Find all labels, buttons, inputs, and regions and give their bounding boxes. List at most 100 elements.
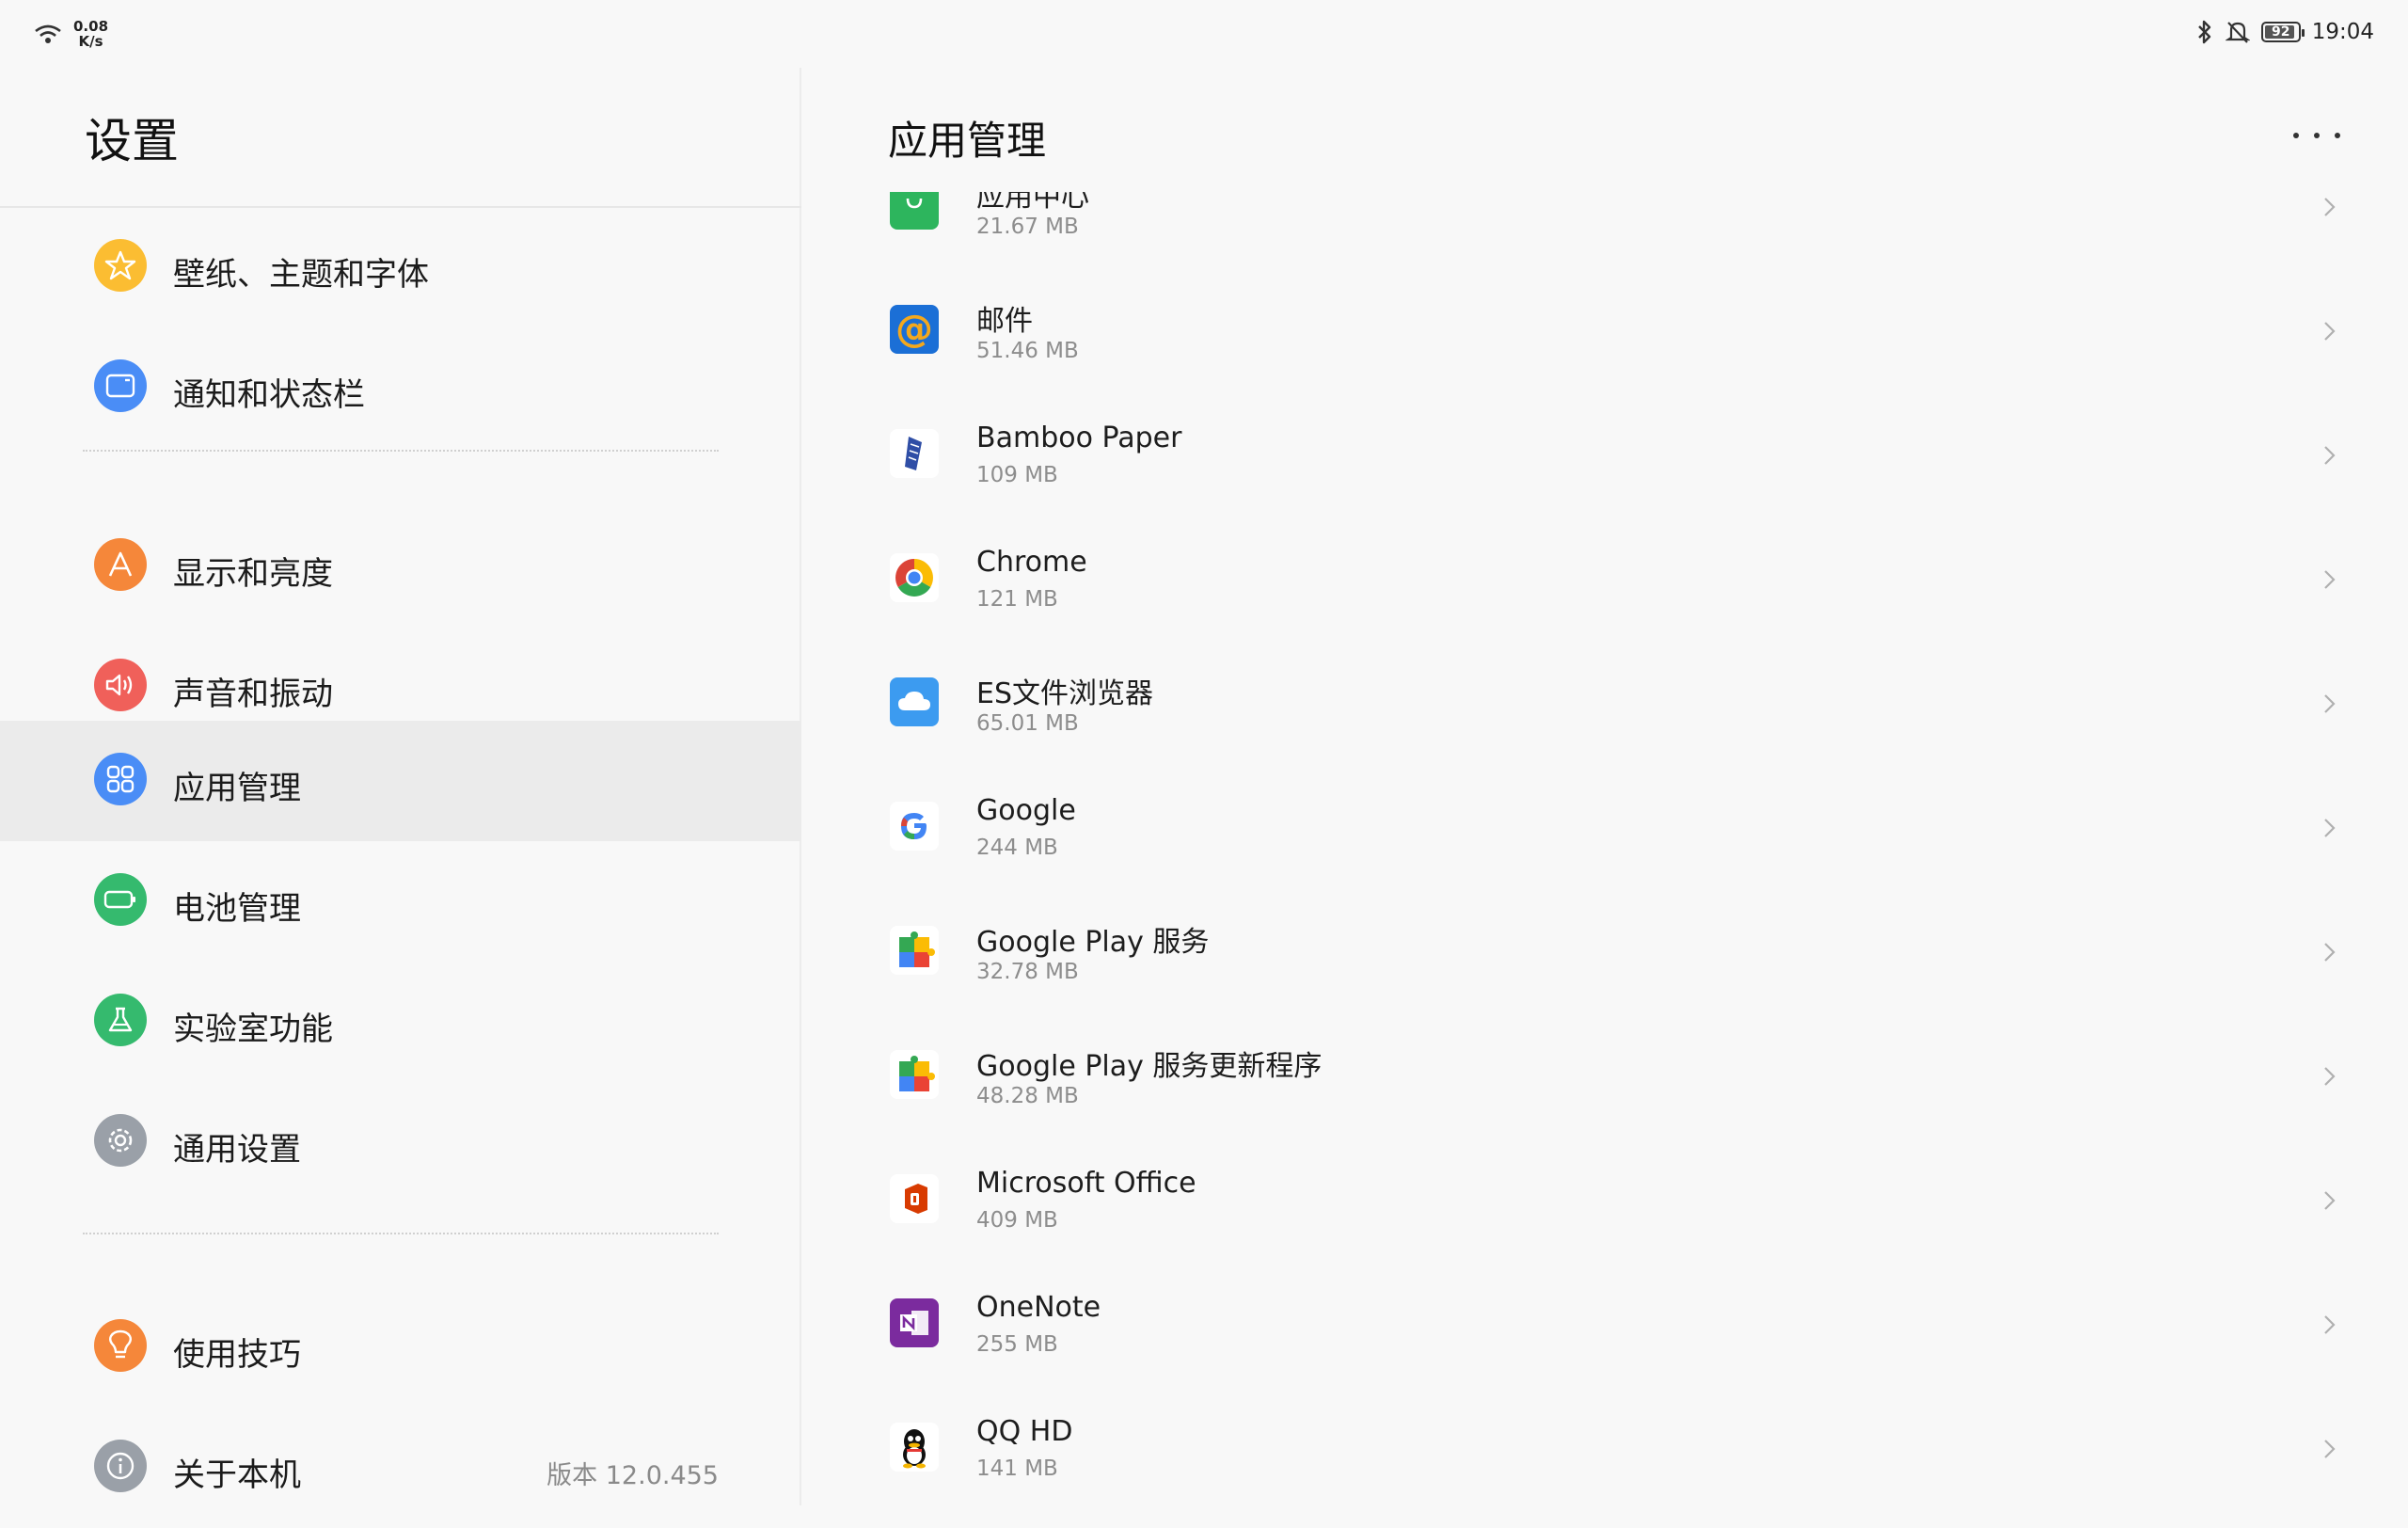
tips-icon — [94, 1319, 147, 1372]
chevron-right-icon — [2324, 570, 2336, 589]
sidebar-item-battery[interactable]: 电池管理 — [0, 841, 801, 962]
sound-icon — [94, 659, 147, 711]
sidebar-item-label: 声音和振动 — [173, 676, 333, 713]
qq-hd-icon — [890, 1423, 939, 1472]
google-play-services-updater-icon — [890, 1050, 939, 1099]
list-item-chrome[interactable]: Chrome 121 MB — [803, 527, 2408, 651]
list-item-microsoft-office[interactable]: Microsoft Office 409 MB — [803, 1148, 2408, 1272]
more-dot — [2314, 133, 2320, 138]
app-size: 409 MB — [976, 1208, 1058, 1233]
sidebar-item-label: 显示和亮度 — [173, 555, 333, 593]
app-name: Chrome — [976, 546, 1087, 579]
app-size: 244 MB — [976, 836, 1058, 860]
list-item-google[interactable]: Google 244 MB — [803, 775, 2408, 899]
app-size: 51.46 MB — [976, 339, 1079, 363]
sidebar-item-tips[interactable]: 使用技巧 — [0, 1287, 801, 1408]
list-item-google-play-services[interactable]: Google Play 服务 32.78 MB — [803, 899, 2408, 1024]
chevron-right-icon — [2324, 446, 2336, 465]
list-item-mail[interactable]: @ 邮件 51.46 MB — [803, 279, 2408, 403]
app-size: 48.28 MB — [976, 1084, 1079, 1108]
sidebar-item-label: 壁纸、主题和字体 — [173, 256, 429, 294]
sidebar-item-notifications[interactable]: 通知和状态栏 — [0, 327, 801, 448]
panel-title: 应用管理 — [888, 118, 1047, 164]
app-size: 141 MB — [976, 1456, 1058, 1481]
app-size: 109 MB — [976, 463, 1058, 487]
app-name: 邮件 — [976, 305, 1033, 338]
app-list[interactable]: 应用中心 21.67 MB @ 邮件 51.46 MB Bamboo Paper… — [803, 192, 2408, 1505]
info-icon — [94, 1440, 147, 1492]
lab-icon — [94, 994, 147, 1046]
page-title: 设置 — [85, 114, 179, 168]
theme-icon — [94, 239, 147, 292]
network-speed-value: 0.08 — [73, 18, 109, 35]
app-name: Google Play 服务更新程序 — [976, 1050, 1323, 1083]
app-size: 21.67 MB — [976, 215, 1079, 239]
status-bar: 0.08 K/s 92 19:04 — [0, 0, 2408, 68]
more-options-button[interactable] — [2293, 124, 2340, 147]
google-icon — [890, 802, 939, 851]
sidebar-item-general[interactable]: 通用设置 — [0, 1082, 801, 1202]
list-item-es-file-explorer[interactable]: ES文件浏览器 65.01 MB — [803, 651, 2408, 775]
chevron-right-icon — [2324, 1440, 2336, 1458]
chrome-icon — [890, 553, 939, 602]
list-item-google-play-services-updater[interactable]: Google Play 服务更新程序 48.28 MB — [803, 1024, 2408, 1148]
battery-level: 92 — [2271, 24, 2290, 40]
app-name: ES文件浏览器 — [976, 677, 1153, 710]
chevron-right-icon — [2324, 819, 2336, 837]
display-icon — [94, 538, 147, 591]
list-item-bamboo-paper[interactable]: Bamboo Paper 109 MB — [803, 403, 2408, 527]
app-size: 121 MB — [976, 587, 1058, 612]
list-item-qq-hd[interactable]: QQ HD 141 MB — [803, 1396, 2408, 1505]
more-dot — [2293, 133, 2299, 138]
chevron-right-icon — [2324, 198, 2336, 216]
chevron-right-icon — [2324, 1191, 2336, 1210]
sidebar-item-lab[interactable]: 实验室功能 — [0, 962, 801, 1082]
sidebar-item-label: 应用管理 — [173, 770, 301, 807]
bamboo-paper-icon — [890, 429, 939, 478]
battery-icon: 92 — [2260, 22, 2305, 42]
more-dot — [2335, 133, 2340, 138]
app-name: 应用中心 — [976, 192, 1089, 214]
app-name: Bamboo Paper — [976, 422, 1182, 454]
notification-icon — [94, 359, 147, 412]
gear-icon — [94, 1114, 147, 1167]
version-value: 版本 12.0.455 — [547, 1461, 719, 1490]
sidebar-item-label: 使用技巧 — [173, 1336, 301, 1374]
section-divider — [83, 1233, 719, 1234]
app-name: Google Play 服务 — [976, 926, 1210, 959]
mail-icon: @ — [890, 305, 939, 354]
sidebar-item-display[interactable]: 显示和亮度 — [0, 506, 801, 627]
sidebar-item-apps[interactable]: 应用管理 — [0, 721, 801, 841]
chevron-right-icon — [2324, 1067, 2336, 1086]
sidebar-item-label: 实验室功能 — [173, 1011, 333, 1048]
sidebar-item-theme[interactable]: 壁纸、主题和字体 — [0, 207, 801, 327]
network-speed-unit: K/s — [78, 33, 103, 50]
google-play-services-icon — [890, 926, 939, 975]
onenote-icon — [890, 1298, 939, 1347]
clock: 19:04 — [2311, 20, 2374, 44]
status-left: 0.08 K/s — [34, 19, 108, 49]
settings-sidebar: 设置 壁纸、主题和字体 通知和状态栏 显示和亮度 声音和振动 应用管理 电池管理… — [0, 68, 801, 1505]
battery-manage-icon — [94, 873, 147, 926]
wifi-icon — [35, 24, 61, 43]
section-divider — [83, 450, 719, 452]
sidebar-item-label: 通用设置 — [173, 1131, 301, 1169]
chevron-right-icon — [2324, 694, 2336, 713]
microsoft-office-icon — [890, 1174, 939, 1223]
app-size: 32.78 MB — [976, 960, 1079, 984]
sidebar-item-label: 电池管理 — [173, 890, 301, 928]
status-right: 92 19:04 — [2195, 19, 2374, 45]
list-item-onenote[interactable]: OneNote 255 MB — [803, 1272, 2408, 1396]
list-item-app-center[interactable]: 应用中心 21.67 MB — [803, 192, 2408, 279]
sidebar-item-label: 关于本机 — [173, 1456, 301, 1494]
sidebar-item-about[interactable]: 关于本机 版本 12.0.455 — [0, 1408, 801, 1528]
es-file-explorer-icon — [890, 677, 939, 726]
app-name: Microsoft Office — [976, 1167, 1196, 1200]
app-name: OneNote — [976, 1291, 1101, 1324]
sidebar-item-label: 通知和状态栏 — [173, 376, 365, 414]
chevron-right-icon — [2324, 322, 2336, 341]
network-speed: 0.08 K/s — [73, 19, 108, 49]
apps-icon — [94, 753, 147, 805]
bluetooth-icon — [2197, 20, 2210, 44]
app-size: 65.01 MB — [976, 711, 1079, 736]
